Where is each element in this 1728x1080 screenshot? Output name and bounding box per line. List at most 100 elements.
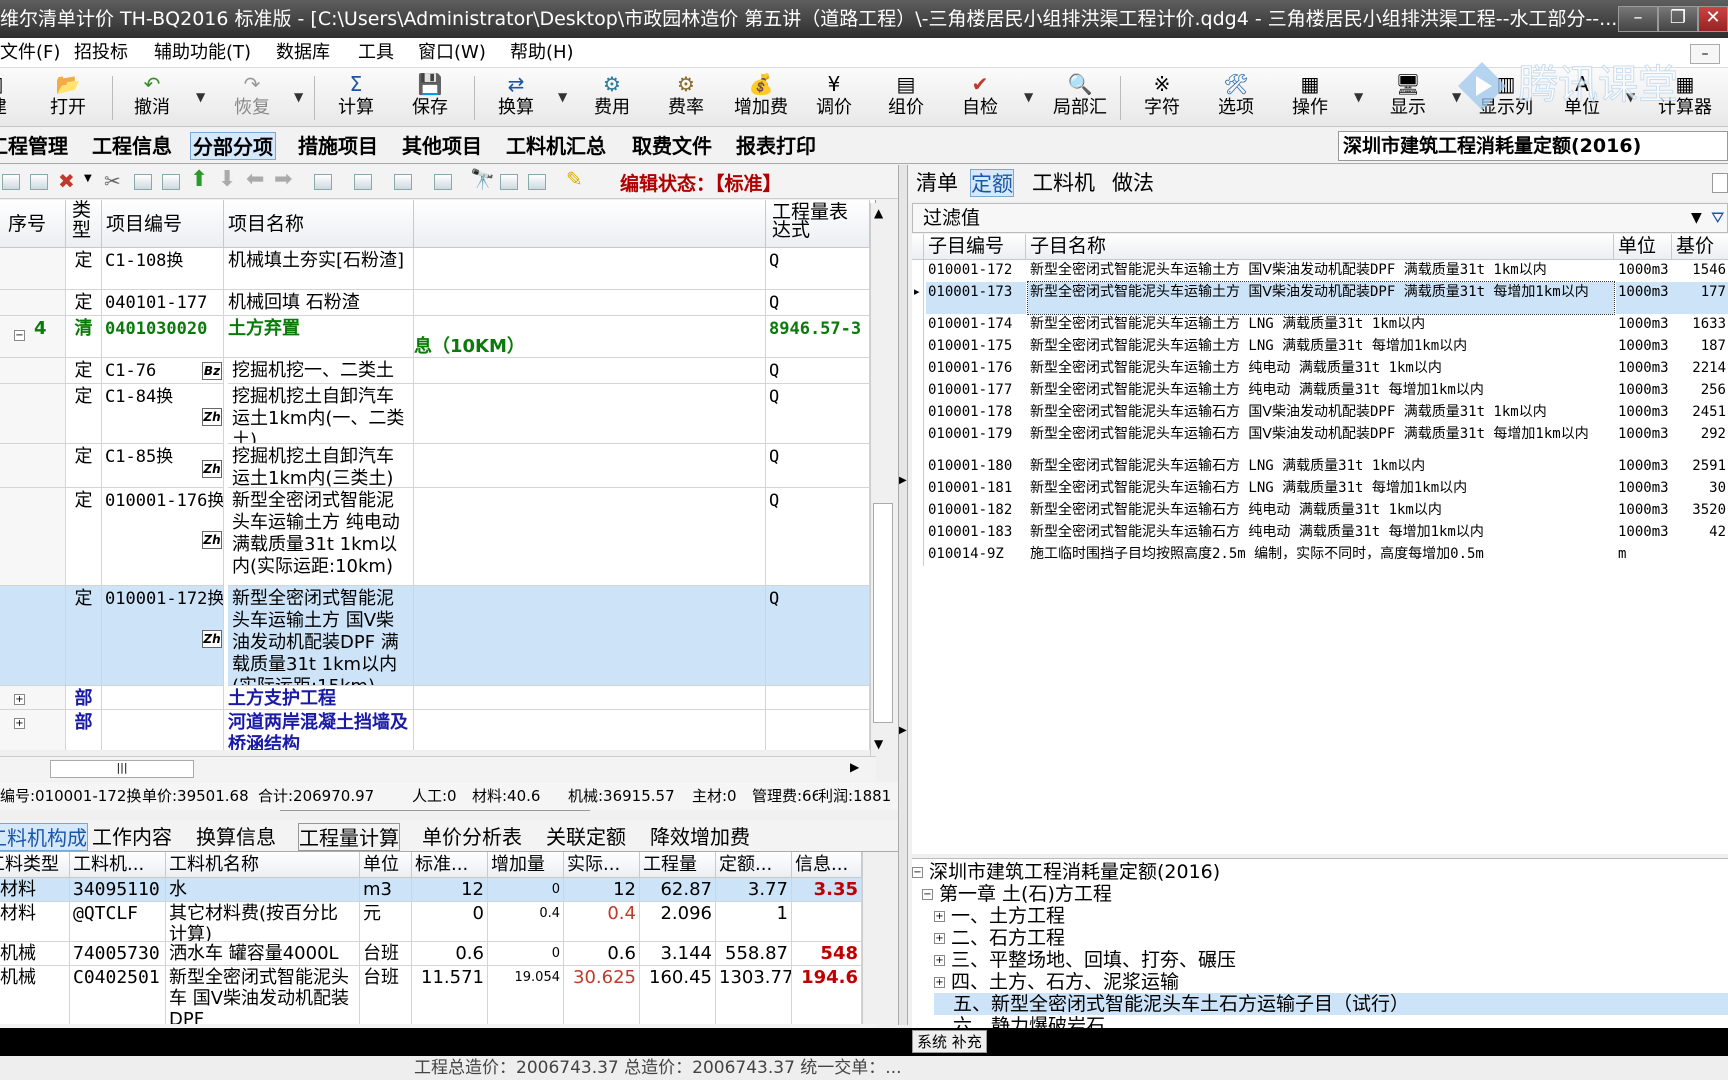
conversion-badge-icon[interactable]: Zh — [202, 531, 222, 549]
row-type[interactable]: 部 — [66, 686, 102, 710]
quota-cell-unit[interactable]: 1000m3 — [1616, 260, 1672, 282]
row-name[interactable]: 机械填土夯实[石粉渣] — [224, 248, 414, 290]
filter-funnel-icon[interactable]: ⛛ — [1711, 204, 1724, 232]
copy-icon[interactable] — [134, 174, 152, 190]
material-cell-qty[interactable]: 62.87 — [640, 878, 716, 902]
find-icon[interactable]: 🔭 — [470, 167, 495, 191]
menu-database[interactable]: 数据库 — [276, 42, 330, 64]
quota-cell-price[interactable] — [1672, 544, 1728, 566]
row-seq[interactable] — [0, 248, 66, 290]
splitter-arrow-icon[interactable]: ▶ — [899, 725, 907, 736]
row-blank[interactable] — [414, 488, 766, 586]
menu-bidding[interactable]: 招投标 — [74, 42, 128, 64]
material-cell-std[interactable]: 12 — [412, 878, 488, 902]
tree-item[interactable]: + 一、土方工程 — [934, 905, 1065, 927]
material-cell-actual[interactable]: 0.6 — [564, 942, 640, 966]
quota-cell-name[interactable]: 新型全密闭式智能泥头车运输石方 LNG 满载质量31t 1km以内 — [1028, 456, 1614, 478]
row-expr[interactable]: Q — [766, 586, 870, 686]
tree-item[interactable]: + 三、平整场地、回填、打夯、碾压 — [934, 949, 1236, 971]
quota-cell-price[interactable]: 1633 — [1672, 314, 1728, 336]
collapse-icon[interactable]: − — [14, 330, 25, 341]
tab-project-info[interactable]: 工程信息 — [90, 132, 174, 160]
new-button[interactable]: ▯建 — [0, 72, 18, 124]
row-blank[interactable] — [414, 358, 766, 384]
quota-cell-name[interactable]: 新型全密闭式智能泥头车运输石方 国Ⅴ柴油发动机配装DPF 满载质量31t 1km… — [1028, 402, 1614, 424]
delete-icon[interactable]: ✖ — [58, 169, 75, 193]
fee-button[interactable]: ⚙ 费用 — [582, 72, 642, 124]
open-button[interactable]: 📂 打开 — [38, 72, 98, 124]
group-price-button[interactable]: ▤ 组价 — [876, 72, 936, 124]
material-cell-name[interactable]: 水 — [166, 878, 360, 902]
material-cell-info[interactable] — [792, 902, 862, 942]
conversion-badge-icon[interactable]: Zh — [202, 630, 222, 648]
row-blank[interactable] — [414, 444, 766, 488]
quota-cell-price[interactable]: 42 — [1672, 522, 1728, 544]
tree-item[interactable]: 六、静力爆破岩石 — [934, 1015, 1105, 1028]
row-blank[interactable] — [414, 248, 766, 290]
row-code[interactable]: C1-108换 — [102, 248, 224, 290]
quota-cell-code[interactable]: 010001-180 — [926, 456, 1026, 478]
quota-cell-name[interactable]: 新型全密闭式智能泥头车运输土方 国Ⅴ柴油发动机配装DPF 满载质量31t 每增加… — [1027, 281, 1615, 315]
move-left-icon[interactable]: ⬅ — [246, 167, 264, 192]
material-cell-info[interactable]: 3.35 — [792, 878, 862, 902]
row-type[interactable]: 定 — [66, 586, 102, 686]
row-blank[interactable] — [414, 290, 766, 316]
bcol-actual[interactable]: 实际... — [564, 852, 640, 878]
material-cell-qty[interactable]: 3.144 — [640, 942, 716, 966]
quota-cell-price[interactable]: 1546 — [1672, 260, 1728, 282]
quota-cell-name[interactable]: 新型全密闭式智能泥头车运输土方 纯电动 满载质量31t 1km以内 — [1028, 358, 1614, 380]
col-name[interactable]: 项目名称 — [224, 200, 414, 248]
quota-cell-unit[interactable]: 1000m3 — [1616, 402, 1672, 424]
quota-cell-name[interactable]: 新型全密闭式智能泥头车运输土方 国Ⅴ柴油发动机配装DPF 满载质量31t 1km… — [1028, 260, 1614, 282]
row-blank[interactable] — [414, 384, 766, 444]
collapse-icon[interactable]: − — [912, 867, 923, 878]
row-expr[interactable]: Q — [766, 488, 870, 586]
material-cell-name[interactable]: 其它材料费(按百分比计算) — [166, 902, 360, 942]
row-seq[interactable] — [0, 488, 66, 586]
material-cell-type[interactable]: 机械 — [0, 942, 70, 966]
rcol-code[interactable]: 子目编号 — [924, 234, 1026, 260]
tab-material-summary[interactable]: 工料机汇总 — [504, 132, 608, 160]
menu-help[interactable]: 帮助(H) — [510, 42, 574, 64]
quota-cell-name[interactable]: 施工临时围挡子目均按照高度2.5m 编制，实际不同时，高度每增加0.5m — [1028, 544, 1614, 566]
main-horizontal-scrollbar[interactable]: ||| ▶ — [0, 756, 876, 781]
material-cell-actual[interactable]: 12 — [564, 878, 640, 902]
quota-cell-name[interactable]: 新型全密闭式智能泥头车运输石方 纯电动 满载质量31t 1km以内 — [1028, 500, 1614, 522]
save-button[interactable]: 💾 保存 — [400, 72, 460, 124]
quota-cell-name[interactable]: 新型全密闭式智能泥头车运输土方 LNG 满载质量31t 每增加1km以内 — [1028, 336, 1614, 358]
quota-cell-unit[interactable]: 1000m3 — [1616, 456, 1672, 478]
undo-dropdown-arrow[interactable]: ▼ — [196, 90, 205, 104]
row-blank[interactable] — [414, 586, 766, 686]
tab-method[interactable]: 做法 — [1112, 169, 1154, 197]
row-expr[interactable]: Q — [766, 248, 870, 290]
quota-cell-unit[interactable]: 1000m3 — [1616, 358, 1672, 380]
format-icon[interactable] — [354, 174, 372, 190]
rcol-unit[interactable]: 单位 — [1614, 234, 1672, 260]
tab-quantity-calc[interactable]: 工程量计算 — [298, 823, 400, 851]
row-name[interactable]: 河道两岸混凝土挡墙及桥涵结构 — [224, 710, 414, 750]
row-type[interactable]: 定 — [66, 488, 102, 586]
quota-cell-price[interactable]: 30 — [1672, 478, 1728, 500]
row-name[interactable]: 挖掘机挖土自卸汽车运土1km内(三类土) — [228, 444, 414, 488]
quota-cell-name[interactable]: 新型全密闭式智能泥头车运输石方 LNG 满载质量31t 每增加1km以内 — [1028, 478, 1614, 500]
quota-cell-price[interactable]: 3520 — [1672, 500, 1728, 522]
quota-cell-code[interactable]: 010001-176 — [926, 358, 1026, 380]
row-code[interactable]: 040101-177 — [102, 290, 224, 316]
row-seq[interactable] — [0, 444, 66, 488]
row-name[interactable]: 土方弃置 — [224, 316, 414, 358]
row-type[interactable]: 部 — [66, 710, 102, 750]
bcol-type[interactable]: 工料类型 — [0, 852, 70, 878]
row-expr[interactable]: 8946.57-3 — [766, 316, 870, 358]
material-cell-unit[interactable]: m3 — [360, 878, 412, 902]
move-down-icon[interactable]: ⬇ — [218, 167, 236, 192]
bcol-std[interactable]: 标准... — [412, 852, 488, 878]
col-seq[interactable]: 序号 — [0, 200, 66, 248]
quota-cell-price[interactable]: 2451 — [1672, 402, 1728, 424]
col-code[interactable]: 项目编号 — [102, 200, 224, 248]
quota-cell-code[interactable]: 010001-179 — [926, 424, 1026, 456]
quota-cell-code[interactable]: 010001-181 — [926, 478, 1026, 500]
pane-splitter[interactable] — [280, 810, 590, 816]
operate-button[interactable]: ▦ 操作 — [1280, 72, 1340, 124]
highlight-icon[interactable]: ✎ — [566, 167, 583, 191]
operate-dropdown-arrow[interactable]: ▼ — [1354, 90, 1363, 104]
